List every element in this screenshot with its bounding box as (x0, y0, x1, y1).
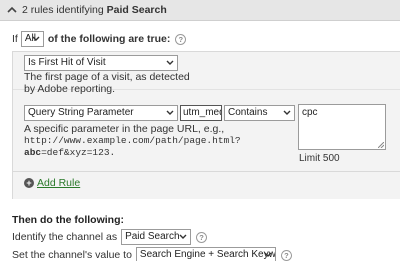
channel-name: Paid Search (106, 4, 167, 16)
add-rule-link[interactable]: Add Rule (37, 177, 80, 189)
identify-label: Identify the channel as (12, 231, 118, 243)
match-select[interactable]: All (20, 31, 44, 47)
condition-line: If All of the following are true: ? (12, 31, 187, 47)
chevron-down-icon (179, 234, 187, 239)
channel-select[interactable]: Paid Search (121, 229, 192, 245)
chevron-down-icon (166, 110, 174, 115)
following-text: of the following are true: (47, 33, 171, 45)
set-value-label: Set the channel's value to (12, 249, 132, 261)
limit-text: Limit 500 (299, 153, 340, 164)
value-select[interactable]: Search Engine + Search Keyword(s) (135, 247, 276, 261)
rule-type-select[interactable]: Query String Parameter (24, 105, 178, 121)
help-icon[interactable]: ? (175, 33, 187, 45)
resize-handle-icon[interactable] (378, 142, 384, 148)
identify-channel-row: Identify the channel as Paid Search ? (12, 229, 208, 245)
chevron-down-icon (283, 110, 291, 115)
description-line: A specific parameter in the page URL, e.… (24, 123, 225, 135)
rule-query-string: Query String Parameter utm_mediur Contai… (13, 92, 400, 172)
chevron-up-icon[interactable] (5, 3, 19, 17)
then-heading: Then do the following: (12, 214, 124, 226)
rule-set-title: 2 rules identifying Paid Search (22, 4, 167, 16)
rule-type-select[interactable]: Is First Hit of Visit (24, 55, 178, 71)
chevron-down-icon (32, 36, 40, 41)
set-value-row: Set the channel's value to Search Engine… (12, 247, 292, 261)
help-icon[interactable]: ? (280, 249, 292, 261)
if-label: If (12, 33, 18, 45)
description-example-url: http://www.example.com/path/page.html?ab… (24, 135, 241, 158)
parameter-input[interactable]: utm_mediur (180, 105, 222, 121)
operator-select[interactable]: Contains (224, 105, 295, 121)
plus-icon: + (24, 178, 34, 188)
chevron-down-icon (166, 60, 174, 65)
rule-first-hit: Is First Hit of Visit The first page of … (13, 52, 400, 95)
rules-panel: Is First Hit of Visit The first page of … (12, 51, 400, 199)
help-icon[interactable]: ? (196, 231, 208, 243)
rule-description: A specific parameter in the page URL, e.… (24, 123, 296, 159)
add-rule-button[interactable]: + Add Rule (24, 177, 80, 189)
chevron-down-icon (264, 252, 272, 257)
values-textarea[interactable]: cpc (298, 104, 386, 150)
rule-set-header[interactable]: 2 rules identifying Paid Search (0, 0, 400, 21)
